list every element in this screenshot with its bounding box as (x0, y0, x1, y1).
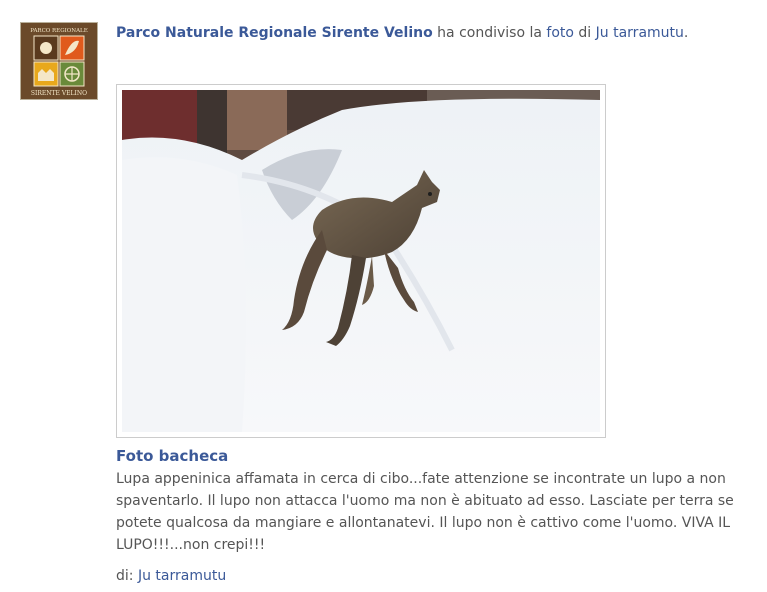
page-avatar[interactable]: PARCO REGIONALE SIRENTE VELINO (20, 22, 98, 100)
photo-link[interactable]: foto (546, 25, 574, 41)
post-caption: Lupa appeninica affamata in cerca di cib… (116, 471, 734, 553)
owner-link[interactable]: Ju tarramutu (596, 25, 684, 41)
page-name-link[interactable]: Parco Naturale Regionale Sirente Velino (116, 25, 433, 41)
logo-text-top: PARCO REGIONALE (30, 28, 87, 34)
period-text: . (683, 25, 689, 41)
park-logo-icon: PARCO REGIONALE SIRENTE VELINO (21, 23, 97, 99)
shared-photo[interactable] (116, 84, 606, 438)
of-text: di (573, 25, 596, 41)
wolf-in-snow-photo (122, 90, 600, 432)
post-headline: Parco Naturale Regionale Sirente Velino … (116, 22, 716, 44)
byline-prefix: di: (116, 568, 138, 584)
album-title-link[interactable]: Foto bacheca (116, 446, 228, 466)
logo-text-bottom: SIRENTE VELINO (31, 90, 87, 97)
byline-author-link[interactable]: Ju tarramutu (138, 568, 226, 584)
action-text: ha condiviso la (432, 25, 547, 41)
byline: di: Ju tarramutu (116, 566, 226, 586)
